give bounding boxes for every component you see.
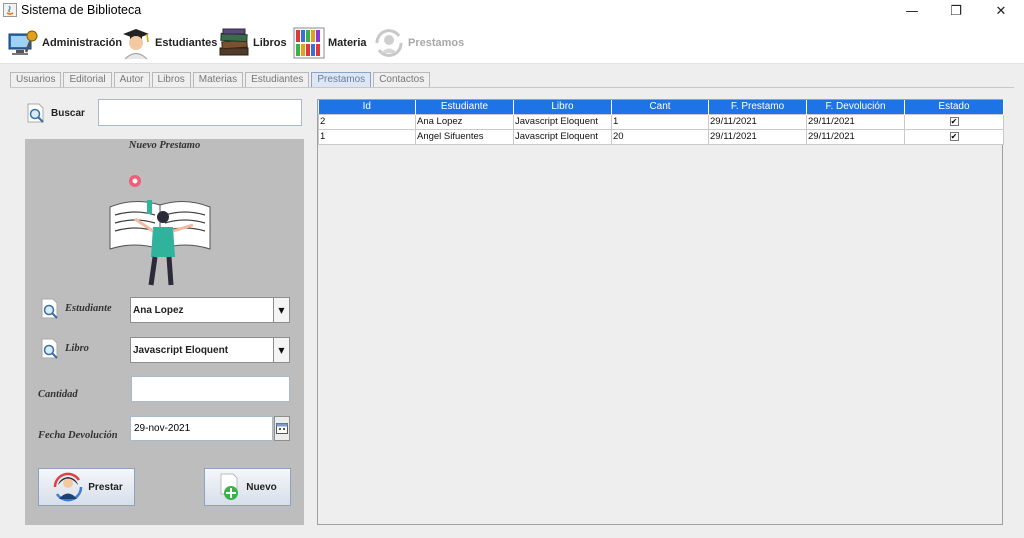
book-search-icon <box>41 338 58 359</box>
new-button[interactable]: Nuevo <box>204 468 291 506</box>
column-header-status[interactable]: Estado <box>904 100 1004 114</box>
chevron-down-icon[interactable]: ▼ <box>273 338 289 362</box>
minimize-button[interactable]: — <box>889 0 935 22</box>
column-header-student[interactable]: Estudiante <box>415 100 514 114</box>
menu-prestamos[interactable]: Prestamos <box>372 22 464 64</box>
tab-estudiantes[interactable]: Estudiantes <box>245 72 310 87</box>
menu-materia[interactable]: Materia <box>292 22 367 64</box>
menu-estudiantes-label: Estudiantes <box>155 37 218 49</box>
cell-loan-date[interactable]: 29/11/2021 <box>708 128 807 145</box>
status-checkbox[interactable]: ✔ <box>949 131 959 141</box>
tab-editorial[interactable]: Editorial <box>63 72 112 87</box>
reading-person-illustration <box>109 175 211 286</box>
return-date-input[interactable] <box>130 416 273 441</box>
cell-return-date[interactable]: 29/11/2021 <box>806 128 905 145</box>
book-select[interactable]: Javascript Eloquent ▼ <box>130 337 290 363</box>
cell-book[interactable]: Javascript Eloquent <box>513 128 612 145</box>
menu-estudiantes[interactable]: Estudiantes <box>119 22 217 64</box>
book-select-value: Javascript Eloquent <box>133 344 229 356</box>
tab-materias[interactable]: Materias <box>192 72 244 87</box>
student-search-icon <box>41 298 58 319</box>
bookshelf-icon <box>293 27 325 59</box>
new-button-label: Nuevo <box>246 481 277 493</box>
cell-student[interactable]: Angel Sifuentes <box>415 128 514 145</box>
window-title: Sistema de Biblioteca <box>21 3 142 17</box>
loan-form-panel: Nuevo Prestamo Estudiante Ana Lopez ▼ Li… <box>25 139 304 525</box>
section-tabs: Usuarios Editorial Autor Libros Materias… <box>10 72 432 88</box>
books-stack-icon <box>219 28 249 56</box>
column-header-return-date[interactable]: F. Devolución <box>806 100 905 114</box>
tab-prestamos[interactable]: Prestamos <box>311 72 372 87</box>
column-header-qty[interactable]: Cant <box>611 100 709 114</box>
calendar-icon <box>276 423 288 434</box>
cell-status[interactable]: ✔ <box>904 113 1004 130</box>
student-icon <box>123 29 149 60</box>
cell-book[interactable]: Javascript Eloquent <box>513 113 612 130</box>
quantity-label: Cantidad <box>38 389 78 400</box>
cell-id[interactable]: 2 <box>318 113 416 130</box>
column-header-id[interactable]: Id <box>318 100 416 114</box>
table-header-row: Id Estudiante Libro Cant F. Prestamo F. … <box>318 100 1004 114</box>
chevron-down-icon[interactable]: ▼ <box>273 298 289 322</box>
loans-table-pane: Id Estudiante Libro Cant F. Prestamo F. … <box>317 99 1004 525</box>
cell-loan-date[interactable]: 29/11/2021 <box>708 113 807 130</box>
column-header-loan-date[interactable]: F. Prestamo <box>708 100 807 114</box>
table-row[interactable]: 2 Ana Lopez Javascript Eloquent 1 29/11/… <box>318 113 1004 130</box>
date-picker-button[interactable] <box>274 416 290 441</box>
tab-divider <box>10 87 1014 88</box>
cell-student[interactable]: Ana Lopez <box>415 113 514 130</box>
add-icon <box>220 473 239 500</box>
search-button-label: Buscar <box>51 107 85 119</box>
cell-id[interactable]: 1 <box>318 128 416 145</box>
loan-user-icon <box>54 472 83 502</box>
menu-materia-label: Materia <box>328 37 367 49</box>
search-input[interactable] <box>98 99 302 126</box>
status-checkbox[interactable]: ✔ <box>949 116 959 126</box>
quantity-input[interactable] <box>131 376 290 402</box>
close-button[interactable]: ✕ <box>978 0 1024 22</box>
lend-button-label: Prestar <box>88 481 123 493</box>
app-window: Sistema de Biblioteca — ❐ ✕ Administraci… <box>0 0 1024 538</box>
menu-libros[interactable]: Libros <box>217 22 287 64</box>
student-label: Estudiante <box>65 303 112 314</box>
loans-table: Id Estudiante Libro Cant F. Prestamo F. … <box>318 100 1004 145</box>
student-select-value: Ana Lopez <box>133 304 184 316</box>
cell-return-date[interactable]: 29/11/2021 <box>806 113 905 130</box>
tab-usuarios[interactable]: Usuarios <box>10 72 62 87</box>
title-bar: Sistema de Biblioteca — ❐ ✕ <box>0 0 1024 22</box>
search-button[interactable]: Buscar <box>25 100 89 126</box>
tab-contactos[interactable]: Contactos <box>373 72 431 87</box>
main-toolbar: Administración Estudiantes Libros Materi… <box>0 22 1024 64</box>
maximize-button[interactable]: ❐ <box>933 0 979 22</box>
admin-icon <box>8 30 38 55</box>
cell-status[interactable]: ✔ <box>904 128 1004 145</box>
return-date-label: Fecha Devolución <box>38 430 118 441</box>
menu-administracion-label: Administración <box>42 37 123 49</box>
loan-user-icon <box>375 29 403 57</box>
student-select[interactable]: Ana Lopez ▼ <box>130 297 290 323</box>
form-title: Nuevo Prestamo <box>128 140 201 151</box>
menu-administracion[interactable]: Administración <box>6 22 122 64</box>
cell-qty[interactable]: 20 <box>611 128 709 145</box>
tab-libros[interactable]: Libros <box>151 72 191 87</box>
menu-libros-label: Libros <box>253 37 287 49</box>
cell-qty[interactable]: 1 <box>611 113 709 130</box>
column-header-book[interactable]: Libro <box>513 100 612 114</box>
java-app-icon <box>3 3 17 17</box>
menu-prestamos-label: Prestamos <box>408 37 465 49</box>
lend-button[interactable]: Prestar <box>38 468 135 506</box>
table-row[interactable]: 1 Angel Sifuentes Javascript Eloquent 20… <box>318 128 1004 145</box>
tab-autor[interactable]: Autor <box>113 72 150 87</box>
book-label: Libro <box>65 343 89 354</box>
search-icon <box>27 103 44 123</box>
